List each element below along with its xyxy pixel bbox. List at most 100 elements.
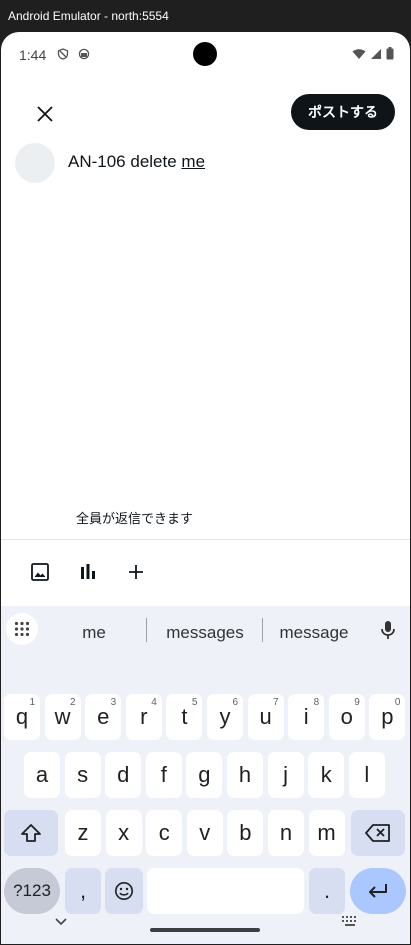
key-label: p — [381, 704, 394, 729]
key-hint: 5 — [191, 697, 198, 708]
image-icon — [31, 563, 49, 581]
keyboard-menu-button[interactable] — [6, 613, 38, 645]
key-f[interactable]: f — [145, 752, 182, 798]
key-a[interactable]: a — [24, 752, 60, 798]
backspace-key[interactable] — [351, 810, 405, 856]
symbols-key[interactable]: ?123 — [4, 868, 60, 914]
key-w[interactable]: w2 — [44, 694, 81, 740]
key-n[interactable]: n — [268, 810, 304, 856]
mic-icon[interactable] — [376, 618, 400, 642]
plus-icon — [129, 565, 143, 579]
emoji-key[interactable] — [105, 868, 143, 914]
key-label: l — [364, 762, 370, 787]
compose-text: AN-106 delete — [68, 152, 182, 171]
key-q[interactable]: q1 — [4, 694, 40, 740]
avatar — [15, 143, 55, 183]
key-label: y — [219, 704, 231, 729]
key-label: r — [140, 704, 148, 729]
window-titlebar: Android Emulator - north:5554 — [0, 0, 411, 32]
key-label: z — [77, 820, 89, 845]
key-label: s — [77, 762, 89, 787]
gesture-handle — [150, 928, 260, 932]
key-hint: 4 — [151, 697, 157, 708]
key-o[interactable]: o9 — [328, 694, 365, 740]
key-e[interactable]: e3 — [85, 694, 122, 740]
key-g[interactable]: g — [186, 752, 223, 798]
key-label: f — [160, 762, 167, 787]
key-label: q — [15, 704, 29, 729]
emoji-icon — [115, 882, 133, 900]
key-label: e — [97, 704, 110, 729]
camera-cutout — [193, 42, 217, 66]
add-more-button[interactable] — [124, 560, 148, 584]
key-label: g — [198, 762, 211, 787]
app-status-icon — [78, 48, 90, 60]
enter-key[interactable] — [350, 868, 406, 914]
key-t[interactable]: t5 — [166, 694, 203, 740]
key-label: c — [158, 820, 170, 845]
close-button[interactable] — [31, 100, 59, 128]
status-right-icons — [352, 47, 394, 60]
key-label: h — [238, 762, 252, 787]
key-label: u — [259, 704, 272, 729]
divider — [1, 539, 410, 540]
chevron-down-icon[interactable] — [53, 914, 69, 930]
add-poll-button[interactable] — [76, 560, 100, 584]
key-label: x — [118, 820, 130, 845]
enter-icon — [369, 884, 387, 898]
key-label: w — [54, 704, 71, 729]
suggestion-item[interactable]: messages — [151, 623, 259, 643]
key-v[interactable]: v — [186, 810, 223, 856]
key-hint: 8 — [313, 697, 320, 708]
key-s[interactable]: s — [64, 752, 101, 798]
key-label: j — [283, 762, 289, 787]
key-hint: 3 — [110, 697, 117, 708]
suggestion-divider — [262, 618, 263, 642]
shield-icon — [57, 48, 69, 60]
period-key[interactable]: . — [309, 868, 345, 914]
key-k[interactable]: k — [308, 752, 345, 798]
key-p[interactable]: p0 — [369, 694, 406, 740]
key-u[interactable]: u7 — [247, 694, 284, 740]
key-label: n — [279, 820, 293, 845]
backspace-icon — [365, 824, 390, 842]
reply-setting-label[interactable]: 全員が返信できます — [76, 508, 193, 527]
keyboard: me messages message ?123 , . q1w2e3r4t5y… — [1, 606, 410, 944]
key-h[interactable]: h — [227, 752, 263, 798]
space-key[interactable] — [147, 868, 304, 914]
key-b[interactable]: b — [227, 810, 264, 856]
key-c[interactable]: c — [146, 810, 183, 856]
key-label: v — [199, 820, 211, 845]
key-hint: 2 — [70, 697, 76, 708]
key-l[interactable]: l — [348, 752, 385, 798]
key-hint: 1 — [29, 697, 35, 708]
post-button[interactable]: ポストする — [291, 94, 395, 130]
suggestion-divider — [146, 618, 147, 642]
compose-text-field[interactable]: AN-106 delete me — [68, 152, 205, 172]
key-i[interactable]: i8 — [288, 694, 325, 740]
suggestion-item[interactable]: message — [266, 623, 362, 643]
phone-screen: 1:44 ポストする AN-106 delete me 全員が返信できます me… — [1, 32, 410, 944]
key-label: b — [239, 820, 252, 845]
status-time: 1:44 — [19, 47, 47, 63]
shift-key[interactable] — [4, 810, 58, 856]
key-m[interactable]: m — [308, 810, 345, 856]
add-image-button[interactable] — [28, 560, 52, 584]
suggestion-item[interactable]: me — [45, 623, 143, 643]
keyboard-icon[interactable] — [341, 914, 359, 928]
key-hint: 7 — [273, 697, 279, 708]
key-j[interactable]: j — [267, 752, 304, 798]
key-label: k — [320, 762, 332, 787]
key-r[interactable]: r4 — [125, 694, 162, 740]
key-y[interactable]: y6 — [207, 694, 243, 740]
compose-text-underlined: me — [181, 152, 206, 171]
key-x[interactable]: x — [105, 810, 142, 856]
wifi-icon — [352, 48, 366, 59]
key-label: m — [317, 820, 336, 845]
key-label: t — [181, 704, 188, 729]
comma-key[interactable]: , — [65, 868, 101, 914]
key-d[interactable]: d — [105, 752, 142, 798]
key-z[interactable]: z — [65, 810, 101, 856]
key-hint: 0 — [394, 697, 401, 708]
key-label: d — [117, 762, 130, 787]
